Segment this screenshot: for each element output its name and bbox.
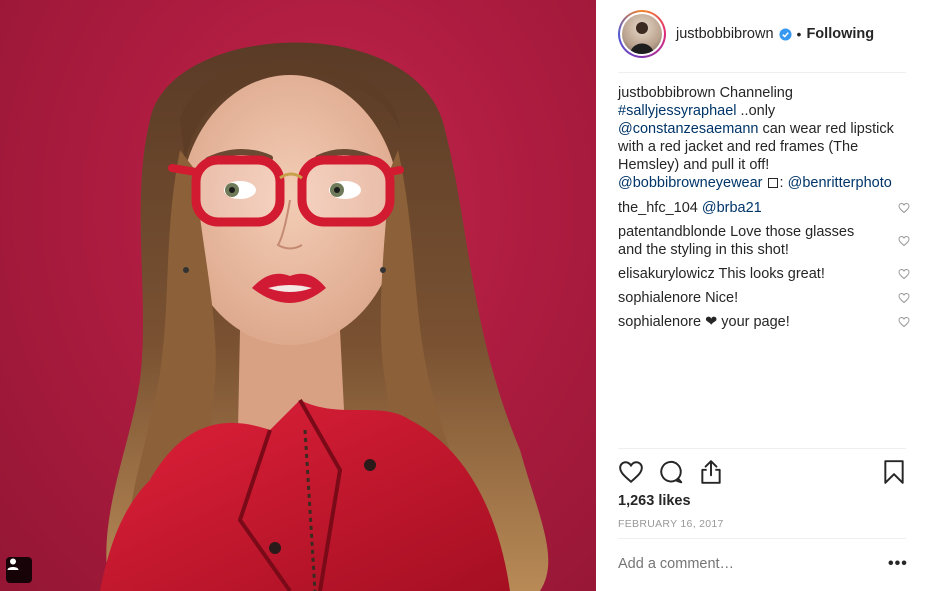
comment-icon[interactable] xyxy=(658,459,684,485)
comment-item: elisakurylowicz This looks great! xyxy=(618,265,910,283)
comment-text: Nice! xyxy=(705,290,739,306)
caption-mention[interactable]: @constanzesaemann xyxy=(618,121,758,137)
comment-item: the_hfc_104 @brba21 xyxy=(618,199,910,217)
heart-icon[interactable] xyxy=(618,459,644,485)
bookmark-icon[interactable] xyxy=(882,459,906,485)
post-actions xyxy=(618,459,908,487)
comment-username[interactable]: elisakurylowicz xyxy=(618,266,715,282)
comment-divider xyxy=(618,538,906,539)
comment-username[interactable]: sophialenore xyxy=(618,290,701,306)
caption-hashtag[interactable]: #sallyjessyraphael xyxy=(618,103,736,119)
following-button[interactable]: Following xyxy=(806,26,874,42)
user-tag-icon[interactable] xyxy=(6,557,32,583)
caption-text: ..only xyxy=(736,103,776,119)
actions-divider xyxy=(618,448,906,449)
caption-text: : xyxy=(779,175,788,191)
comment-username[interactable]: patentandblonde xyxy=(618,224,726,240)
comment-text: ❤ your page! xyxy=(705,314,790,330)
comment-text: This looks great! xyxy=(718,266,825,282)
caption-mention[interactable]: @benritterphoto xyxy=(788,175,892,191)
comment-username[interactable]: sophialenore xyxy=(618,314,701,330)
post-username[interactable]: justbobbibrown xyxy=(676,26,774,42)
portrait-illustration xyxy=(100,42,549,591)
verified-badge-icon xyxy=(779,27,792,41)
heart-small-icon[interactable] xyxy=(898,268,910,280)
heart-small-icon[interactable] xyxy=(898,292,910,304)
comment-mention[interactable]: @brba21 xyxy=(702,200,762,216)
post-header: justbobbibrown • Following xyxy=(618,9,874,59)
comment-item: patentandblonde Love those glasses and t… xyxy=(618,223,910,259)
post-photo[interactable] xyxy=(0,0,596,591)
avatar[interactable] xyxy=(618,10,666,58)
heart-small-icon[interactable] xyxy=(898,202,910,214)
comment-username[interactable]: the_hfc_104 xyxy=(618,200,698,216)
post-date[interactable]: FEBRUARY 16, 2017 xyxy=(618,518,724,530)
post-details-panel: justbobbibrown • Following justbobbibrow… xyxy=(596,0,926,591)
comment-item: sophialenore Nice! xyxy=(618,289,910,307)
comment-list: the_hfc_104 @brba21 patentandblonde Love… xyxy=(618,199,910,337)
missing-glyph-icon xyxy=(767,178,778,188)
separator-dot: • xyxy=(796,26,802,42)
caption-text: Channeling xyxy=(715,85,793,101)
likes-count[interactable]: 1,263 likes xyxy=(618,493,691,509)
share-icon[interactable] xyxy=(698,459,724,485)
more-icon[interactable]: ••• xyxy=(888,555,908,573)
comment-item: sophialenore ❤ your page! xyxy=(618,313,910,331)
caption-mention[interactable]: @bobbibrowneyewear xyxy=(618,175,763,191)
header-divider xyxy=(618,72,906,73)
caption-username[interactable]: justbobbibrown xyxy=(618,85,716,101)
heart-small-icon[interactable] xyxy=(898,235,910,247)
heart-small-icon[interactable] xyxy=(898,316,910,328)
post-caption: justbobbibrown Channeling #sallyjessyrap… xyxy=(618,84,910,192)
add-comment-input[interactable] xyxy=(618,556,818,572)
